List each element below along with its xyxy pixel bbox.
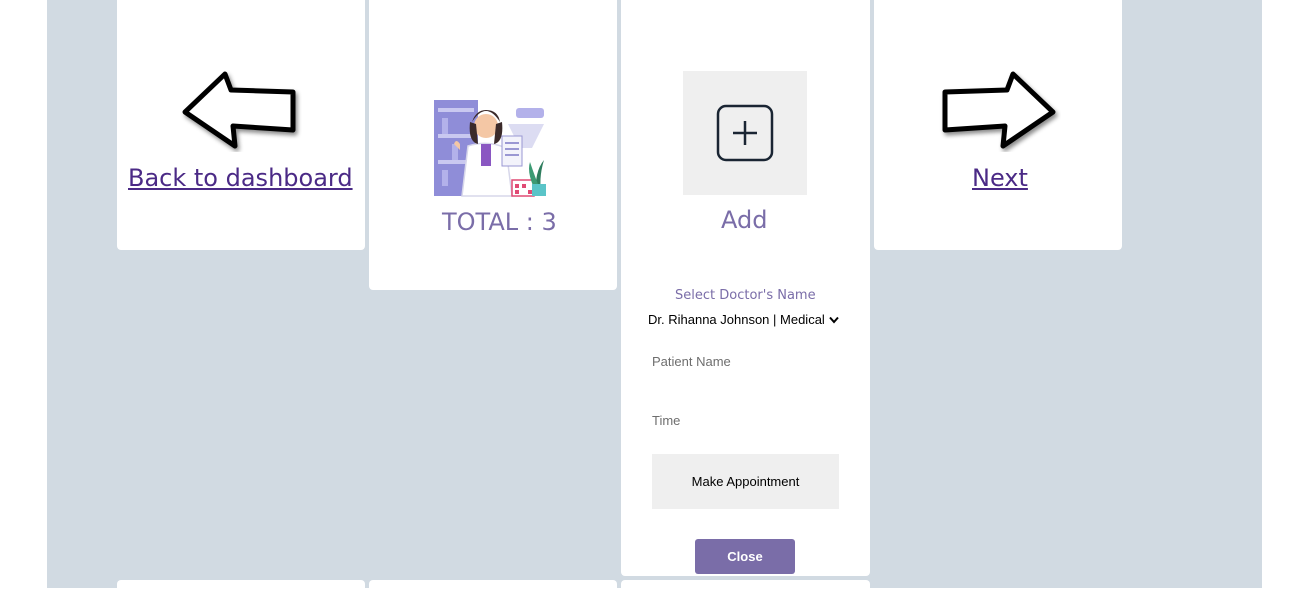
next-card: Next [874, 0, 1122, 250]
doctor-select-value: Dr. Rihanna Johnson | Medical [648, 312, 825, 327]
bottom-card-1 [117, 580, 365, 600]
total-count: TOTAL : 3 [442, 208, 557, 236]
add-label: Add [721, 206, 768, 234]
bottom-card-3 [621, 580, 870, 600]
make-appointment-button[interactable]: Make Appointment [652, 454, 839, 509]
total-card: TOTAL : 3 [369, 0, 617, 290]
back-to-dashboard-link[interactable]: Back to dashboard [128, 164, 353, 192]
page-background: Back to dashboard TOTAL: 3 Add Select D… [47, 0, 1262, 600]
chevron-down-icon [829, 316, 839, 324]
plus-square-icon [716, 104, 774, 162]
close-button[interactable]: Close [695, 539, 795, 574]
bottom-card-2 [369, 580, 617, 600]
back-card: Back to dashboard [117, 0, 365, 250]
doctor-select[interactable]: Dr. Rihanna Johnson | Medical [648, 312, 839, 327]
left-arrow-icon[interactable] [177, 66, 302, 152]
next-link[interactable]: Next [972, 164, 1028, 192]
add-appointment-card: Add Select Doctor's Name Dr. Rihanna Joh… [621, 0, 870, 576]
select-doctor-label: Select Doctor's Name [675, 288, 816, 303]
doctor-illustration-icon [434, 100, 546, 197]
patient-name-input[interactable] [652, 352, 838, 370]
time-input[interactable] [652, 411, 838, 429]
right-arrow-icon[interactable] [936, 66, 1061, 152]
add-button[interactable] [683, 71, 807, 195]
